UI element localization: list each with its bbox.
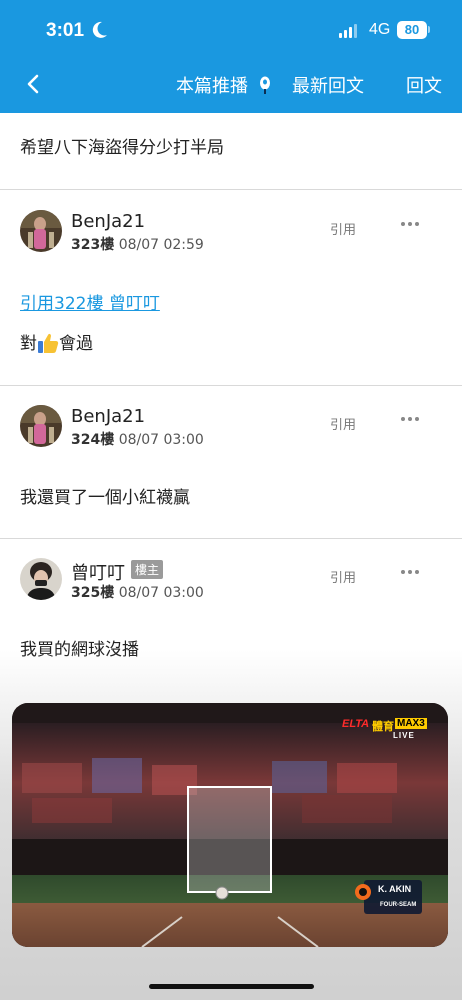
quote-button[interactable]: 引用 [330, 219, 356, 238]
network-type: 4G [369, 21, 391, 38]
broadcaster-logo-sub: 體育 [372, 721, 394, 733]
quote-button[interactable]: 引用 [330, 414, 356, 433]
floor-number: 324樓 [71, 432, 115, 448]
app-header: 3:01 4G 80 本篇推播 最新回文 回文 [0, 0, 462, 113]
status-time: 3:01 [46, 20, 85, 41]
home-indicator[interactable] [149, 984, 314, 989]
pin-icon[interactable] [259, 76, 271, 94]
live-indicator: LIVE [393, 731, 415, 740]
more-icon[interactable] [400, 569, 420, 575]
back-icon[interactable] [24, 74, 42, 94]
moon-icon [92, 21, 107, 38]
post-text-after: 會過 [59, 334, 93, 354]
post-text: 對 會過 [20, 329, 93, 354]
floor-number: 323樓 [71, 237, 115, 253]
post-text-before: 對 [20, 334, 37, 354]
divider [0, 538, 462, 539]
team-logo-icon [355, 884, 371, 900]
divider [0, 385, 462, 386]
broadcaster-logo: ELTA [342, 718, 370, 730]
battery-icon: 80 [397, 21, 427, 39]
pitch-type: FOUR-SEAM [380, 902, 417, 908]
avatar[interactable] [20, 558, 62, 600]
quote-link[interactable]: 引用322樓 曾叮叮 [20, 289, 160, 314]
quote-button[interactable]: 引用 [330, 567, 356, 586]
latest-reply-button[interactable]: 最新回文 [292, 72, 364, 98]
post-meta: 325樓 08/07 03:00 [71, 582, 204, 602]
reply-button[interactable]: 回文 [406, 72, 442, 98]
post-meta: 324樓 08/07 03:00 [71, 429, 204, 449]
post-text: 我還買了一個小紅襪贏 [20, 488, 190, 508]
more-icon[interactable] [400, 416, 420, 422]
divider [0, 189, 462, 190]
post-time: 08/07 02:59 [118, 237, 204, 253]
post-time: 08/07 03:00 [118, 585, 204, 601]
avatar[interactable] [20, 405, 62, 447]
more-icon[interactable] [400, 221, 420, 227]
thumbs-up-icon [38, 333, 59, 353]
username[interactable]: BenJa21 [71, 406, 145, 427]
post-meta: 323樓 08/07 02:59 [71, 234, 204, 254]
battery-tip [428, 26, 430, 33]
username[interactable]: BenJa21 [71, 211, 145, 232]
post-text: 希望八下海盜得分少打半局 [20, 138, 224, 158]
floor-number: 325樓 [71, 585, 115, 601]
channel-badge: MAX3 [395, 718, 427, 729]
post-time: 08/07 03:00 [118, 432, 204, 448]
thread-owner-badge: 樓主 [131, 560, 164, 579]
avatar[interactable] [20, 210, 62, 252]
pitcher-name: K. AKIN [378, 884, 412, 894]
push-notify-button[interactable]: 本篇推播 [176, 72, 248, 98]
signal-icon [339, 24, 357, 38]
